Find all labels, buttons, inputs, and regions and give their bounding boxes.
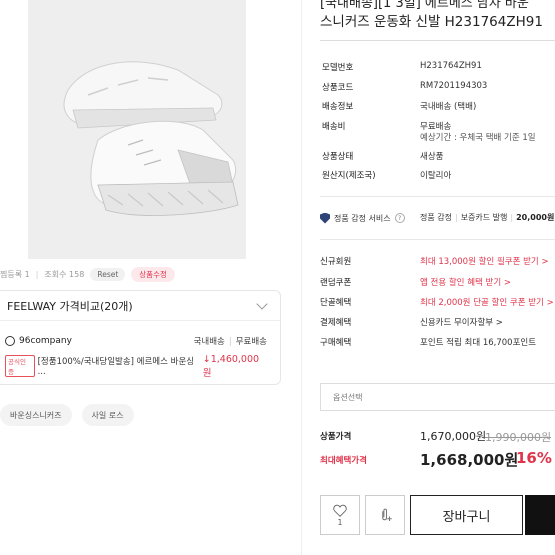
shield-icon [320, 212, 330, 224]
view-count-text: 조회수 158 [44, 269, 85, 279]
discount-rate: 16% [516, 449, 552, 467]
column-divider [301, 0, 302, 555]
section-divider [320, 239, 555, 240]
like-button[interactable]: 1 [320, 495, 360, 535]
offer-row[interactable]: 공식인증 [정품100%/국내당일발송] 에르메스 바운싱 ... ↓1,460… [0, 354, 280, 379]
benefit-label-random: 랜덤쿠폰 [320, 278, 352, 288]
offer-price: ↓1,460,000원 [202, 353, 260, 379]
info-value-delivery: 국내배송 (택배) [420, 102, 477, 112]
benefit-label-payment: 결제혜택 [320, 318, 352, 328]
reset-button[interactable]: Reset [90, 267, 126, 281]
info-value-condition: 새상품 [420, 152, 444, 162]
benefit-value-regular[interactable]: 최대 2,000원 단골 할인 쿠폰 받기 > [420, 296, 554, 308]
auth-value-card: 보증카드 발행 [460, 213, 508, 222]
benefit-label-new: 신규회원 [320, 257, 352, 267]
auth-value-price: 20,000원 [516, 213, 555, 222]
product-image[interactable] [28, 0, 246, 259]
auth-service-row: 정품 감정 서비스 ? [320, 210, 405, 226]
info-label-code: 상품코드 [322, 83, 354, 93]
original-price: 1,990,000원 [485, 431, 552, 444]
benefit-value-random[interactable]: 앱 전용 할인 혜택 받기 > [420, 276, 511, 288]
seller-name: 96company [19, 336, 72, 346]
tag-list: 바운싱스니커즈 사일 로스 [0, 404, 134, 426]
ship-fee: 무료배송 [235, 337, 267, 347]
product-meta-row: 찜등록 1 | 조회수 158 Reset 상품수정 [0, 266, 175, 282]
add-to-cart-button[interactable]: 장바구니 [410, 495, 523, 535]
official-badge: 공식인증 [5, 355, 35, 377]
heart-icon [333, 504, 347, 517]
price-compare-panel: FEELWAY 가격비교(20개) 96company 국내배송 | 무료배송 공식… [0, 290, 281, 385]
info-label-condition: 상품상태 [322, 152, 354, 162]
edit-request-button[interactable]: 상품수정 [131, 266, 175, 282]
offer-info: 공식인증 [정품100%/국내당일발송] 에르메스 바운싱 ... [5, 355, 203, 377]
benefit-value-purchase: 포인트 적립 최대 16,700포인트 [420, 338, 537, 348]
auth-value-check: 정품 감정 [420, 213, 452, 222]
info-value-model: H231764ZH91 [420, 61, 482, 71]
auth-separator: | [454, 213, 458, 222]
info-label-origin: 원산지(제조국) [322, 171, 376, 181]
max-benefit-price: 1,668,000원 [420, 451, 519, 469]
shop-icon [5, 336, 15, 346]
auth-separator: | [510, 213, 514, 222]
offer-title: [정품100%/국내당일발송] 에르메스 바운싱 ... [37, 357, 195, 377]
info-value-origin: 이탈리아 [420, 171, 452, 181]
buy-now-button[interactable] [525, 495, 555, 535]
title-divider [320, 40, 555, 41]
seller-shipping: 국내배송 | 무료배송 [194, 335, 267, 347]
meta-separator: | [35, 269, 39, 279]
benefit-value-new[interactable]: 최대 13,000원 할인 필쿠폰 받기 > [420, 255, 549, 267]
option-select[interactable]: 옵션선택 [320, 383, 555, 411]
chevron-down-icon[interactable] [256, 297, 268, 310]
attach-button[interactable] [365, 495, 405, 535]
like-count: 1 [337, 517, 343, 527]
info-value-code: RM7201194303 [420, 81, 488, 91]
help-icon[interactable]: ? [394, 213, 405, 223]
benefit-label-regular: 단골혜택 [320, 298, 352, 308]
like-count-text: 찜등록 1 [0, 269, 30, 279]
seller-row[interactable]: 96company 국내배송 | 무료배송 [0, 331, 280, 351]
info-label-model: 모델번호 [322, 63, 354, 73]
price-compare-header[interactable]: FEELWAY 가격비교(20개) [0, 291, 280, 321]
ship-type: 국내배송 [193, 337, 225, 347]
price-compare-title: FEELWAY 가격비교(20개) [7, 299, 133, 313]
tag-item[interactable]: 사일 로스 [81, 404, 134, 426]
paperclip-plus-icon [382, 508, 392, 521]
sneaker-illustration [28, 0, 246, 259]
auth-service-label: 정품 감정 서비스 [334, 213, 391, 223]
section-divider [320, 196, 555, 197]
product-title-line2: 스니커즈 운동화 신발 H231764ZH91 [320, 14, 543, 30]
benefit-value-payment[interactable]: 신용카드 무이자할부 > [420, 316, 503, 328]
info-label-delivery: 배송정보 [322, 102, 354, 112]
info-value-shipfee-sub: 예상기간 : 우체국 택배 기준 1일 [420, 133, 536, 143]
benefit-label-purchase: 구매혜택 [320, 338, 352, 348]
auth-service-value: 정품 감정 | 보증카드 발행 | 20,000원 [420, 212, 554, 223]
tag-item[interactable]: 바운싱스니커즈 [0, 404, 72, 426]
price-label: 상품가격 [320, 432, 352, 442]
current-price: 1,670,000원 [420, 430, 487, 443]
ship-separator: | [228, 337, 232, 347]
info-label-shipfee: 배송비 [322, 122, 346, 132]
seller-info: 96company [5, 336, 72, 346]
max-benefit-label: 최대혜택가격 [320, 456, 367, 466]
